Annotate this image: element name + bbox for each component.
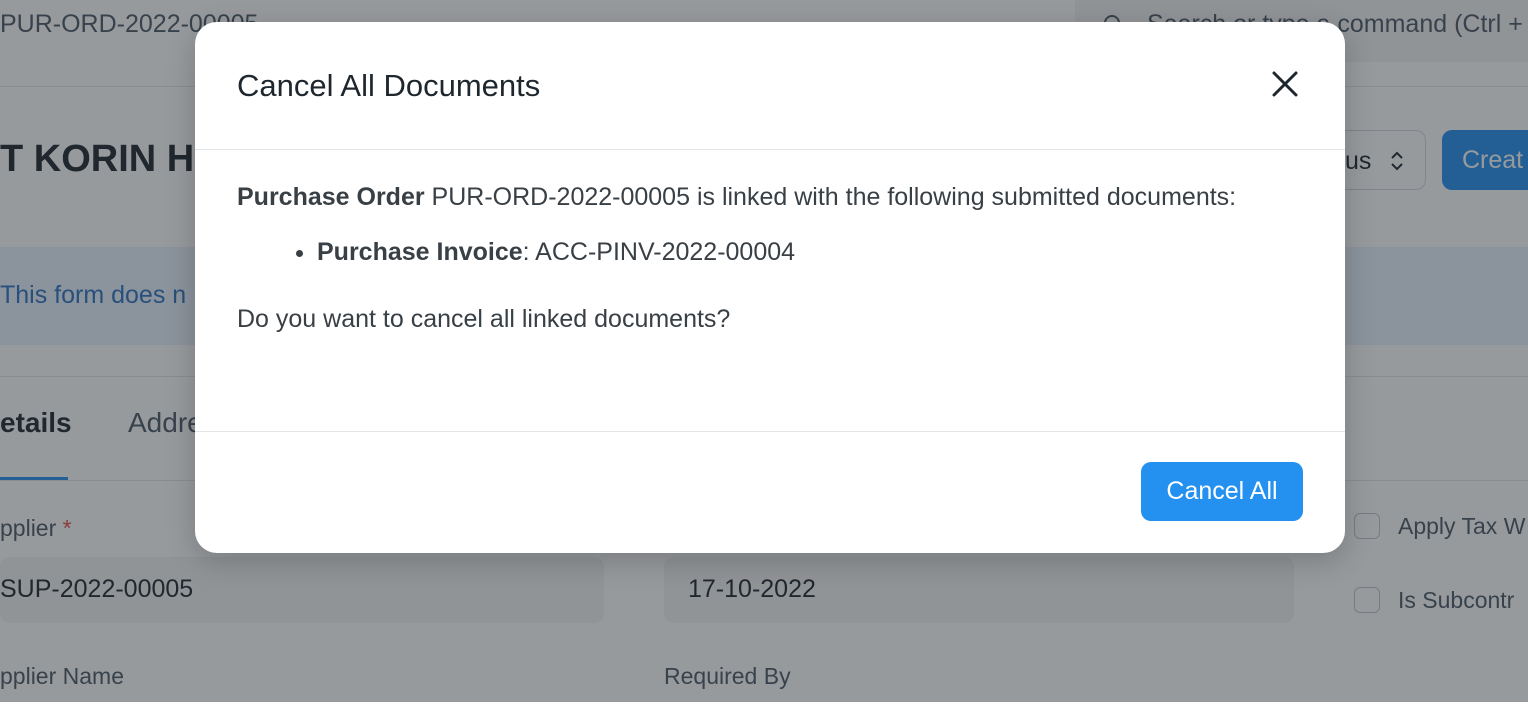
linked-message: Purchase Order PUR-ORD-2022-00005 is lin… bbox=[237, 178, 1297, 217]
confirm-question: Do you want to cancel all linked documen… bbox=[237, 305, 731, 333]
modal-body: Purchase Order PUR-ORD-2022-00005 is lin… bbox=[237, 178, 1297, 339]
list-item: Purchase Invoice: ACC-PINV-2022-00004 bbox=[317, 233, 1297, 272]
doc-name: PUR-ORD-2022-00005 bbox=[431, 183, 690, 211]
linked-text: is linked with the following submitted d… bbox=[696, 183, 1237, 211]
linked-doc-name: ACC-PINV-2022-00004 bbox=[535, 238, 796, 266]
close-icon[interactable] bbox=[1267, 66, 1303, 102]
modal-footer-divider bbox=[195, 431, 1345, 432]
linked-documents-list: Purchase Invoice: ACC-PINV-2022-00004 bbox=[237, 233, 1297, 272]
cancel-all-dialog: Cancel All Documents Purchase Order PUR-… bbox=[195, 22, 1345, 553]
linked-doc-type: Purchase Invoice bbox=[317, 238, 523, 266]
modal-title: Cancel All Documents bbox=[237, 68, 541, 103]
cancel-all-button[interactable]: Cancel All bbox=[1141, 462, 1303, 521]
doc-type: Purchase Order bbox=[237, 183, 425, 211]
modal-header-divider bbox=[195, 149, 1345, 150]
